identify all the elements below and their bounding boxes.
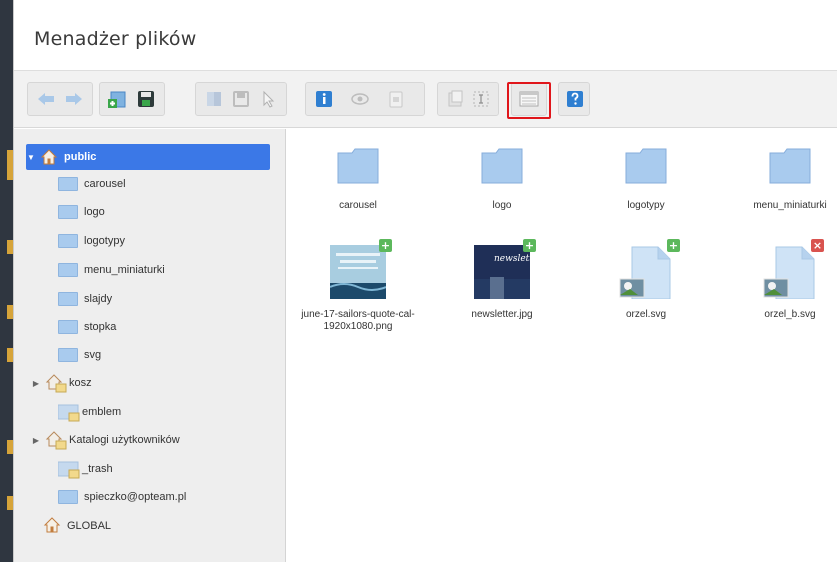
tree-item-kosz[interactable]: ▶ kosz <box>31 370 92 396</box>
svg-file-thumbnail: × <box>762 239 824 300</box>
tree-item-emblem[interactable]: emblem <box>58 399 121 425</box>
file-item-orzel-svg[interactable]: + orzel.svg <box>581 239 711 321</box>
tree-item-slajdy[interactable]: slajdy <box>58 286 112 312</box>
file-item-logotypy[interactable]: logotypy <box>581 148 711 212</box>
properties-icon[interactable] <box>384 87 408 111</box>
forward-icon[interactable] <box>62 87 86 111</box>
select-icon[interactable] <box>257 87 280 111</box>
file-manager-window: Menadżer plików ▼ public carousel logo l… <box>13 0 837 562</box>
list-view-highlight <box>507 82 551 119</box>
file-item-menu-miniaturki[interactable]: menu_miniaturki <box>725 148 837 212</box>
folder-locked-icon <box>58 404 80 422</box>
tree-item-public[interactable]: ▼ public <box>26 144 270 170</box>
image-thumbnail: + <box>329 239 392 299</box>
folder-tree: ▼ public carousel logo logotypy menu_min… <box>14 129 286 562</box>
collapsed-arrow-icon[interactable]: ▶ <box>31 436 41 445</box>
folder-icon <box>58 348 78 362</box>
svg-document-icon <box>763 246 815 300</box>
page-title: Menadżer plików <box>34 28 197 50</box>
tree-item-carousel[interactable]: carousel <box>58 171 126 197</box>
toolbar-group-create <box>99 82 165 116</box>
folder-icon <box>625 148 667 184</box>
back-icon[interactable] <box>34 87 58 111</box>
tree-item-logo[interactable]: logo <box>58 199 105 225</box>
file-item-carousel[interactable]: carousel <box>293 148 423 212</box>
home-icon <box>40 149 58 165</box>
tree-item-logotypy[interactable]: logotypy <box>58 228 125 254</box>
tree-item-katalogi-uzytkownikow[interactable]: ▶ Katalogi użytkowników <box>31 427 180 453</box>
folder-icon <box>58 292 78 306</box>
home-locked-icon <box>45 431 67 450</box>
save-icon[interactable] <box>134 87 158 111</box>
add-badge-icon[interactable]: + <box>379 239 392 252</box>
toolbar <box>14 70 837 128</box>
add-badge-icon[interactable]: + <box>523 239 536 252</box>
folder-icon <box>58 234 78 248</box>
folder-icon <box>769 148 811 184</box>
svg-text:newslette: newslette <box>494 254 530 264</box>
svg-file-thumbnail: + <box>618 239 680 300</box>
copy-icon[interactable] <box>202 87 225 111</box>
duplicate-icon[interactable] <box>444 87 466 111</box>
help-icon[interactable] <box>565 87 585 111</box>
folder-icon <box>58 320 78 334</box>
folder-icon <box>58 263 78 277</box>
home-icon <box>43 517 61 533</box>
file-item-orzel-b-svg[interactable]: × orzel_b.svg <box>725 239 837 321</box>
expand-arrow-icon[interactable]: ▼ <box>26 153 36 162</box>
folder-icon <box>337 148 379 184</box>
new-folder-icon[interactable] <box>106 87 130 111</box>
file-grid: carousel logo logotypy menu_miniaturki +… <box>287 129 837 562</box>
newsletter-thumbnail: newslette <box>474 245 538 299</box>
folder-locked-icon <box>58 461 80 479</box>
tree-item-svg[interactable]: svg <box>58 342 101 368</box>
tree-item-trash[interactable]: _trash <box>58 456 113 482</box>
tree-item-user-folder[interactable]: spieczko@opteam.pl <box>58 484 186 510</box>
rename-icon[interactable] <box>470 87 492 111</box>
collapsed-arrow-icon[interactable]: ▶ <box>31 379 41 388</box>
image-thumbnail: newslette + <box>474 239 538 299</box>
toolbar-group-inspect <box>305 82 425 116</box>
toolbar-group-help <box>558 82 590 116</box>
paste-icon[interactable] <box>229 87 252 111</box>
folder-icon <box>58 205 78 219</box>
home-locked-icon <box>45 374 67 393</box>
sailors-quote-thumbnail <box>329 245 387 299</box>
folder-icon <box>481 148 523 184</box>
preview-icon[interactable] <box>348 87 372 111</box>
toolbar-group-clipboard <box>195 82 287 116</box>
tree-item-stopka[interactable]: stopka <box>58 314 116 340</box>
toolbar-group-edit <box>437 82 499 116</box>
add-badge-icon[interactable]: + <box>667 239 680 252</box>
background-page-edge <box>0 0 13 562</box>
info-icon[interactable] <box>312 87 336 111</box>
svg-document-icon <box>619 246 671 300</box>
toolbar-group-navigation <box>27 82 93 116</box>
folder-icon <box>58 177 78 191</box>
file-item-newsletter-jpg[interactable]: newslette + newsletter.jpg <box>437 239 567 321</box>
file-item-logo[interactable]: logo <box>437 148 567 212</box>
tree-item-global[interactable]: GLOBAL <box>43 513 111 539</box>
tree-item-menu-miniaturki[interactable]: menu_miniaturki <box>58 257 165 283</box>
remove-badge-icon[interactable]: × <box>811 239 824 252</box>
file-item-sailors-png[interactable]: + june-17-sailors-quote-cal-1920x1080.pn… <box>293 239 423 333</box>
folder-icon <box>58 490 78 504</box>
